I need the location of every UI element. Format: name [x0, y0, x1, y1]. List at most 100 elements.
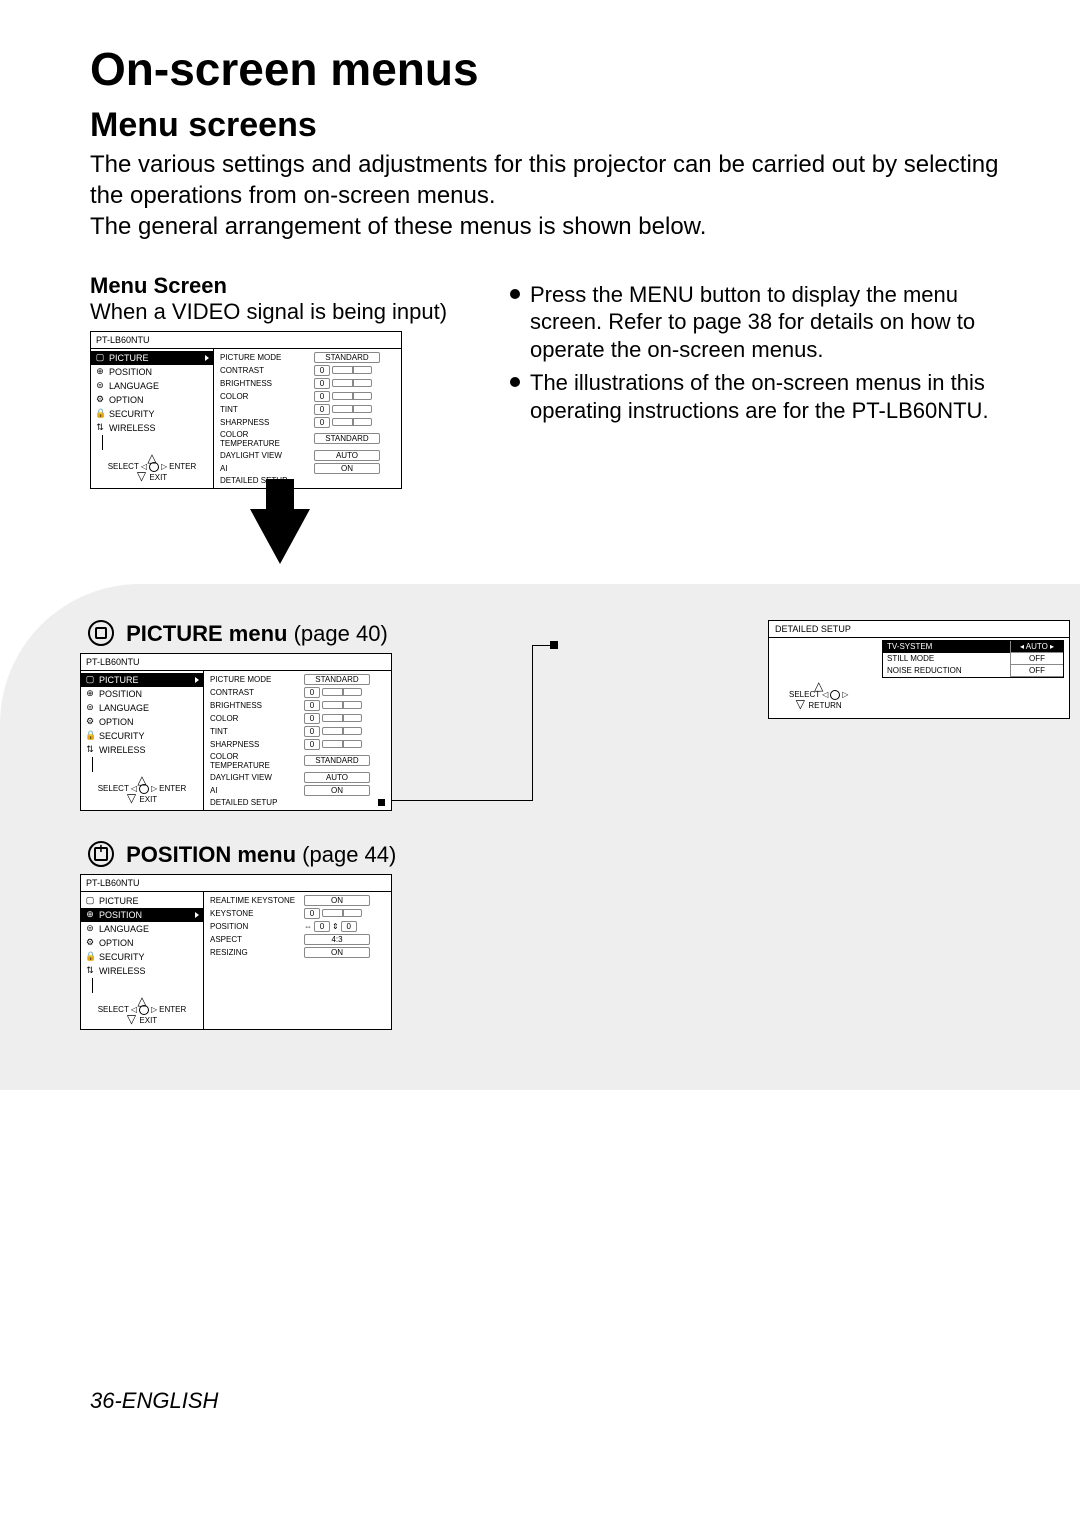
- setting-row: DAYLIGHT VIEWAUTO: [216, 449, 399, 462]
- setting-label: DETAILED SETUP: [220, 476, 310, 485]
- exit-label: EXIT: [149, 473, 167, 482]
- nav-divider: [102, 435, 213, 450]
- setting-label: DETAILED SETUP: [210, 798, 300, 807]
- setting-row: KEYSTONE0: [206, 907, 389, 920]
- setting-row: SHARPNESS 0: [216, 416, 399, 429]
- slider: 0: [314, 365, 372, 376]
- nav-wireless: ⇅WIRELESS: [81, 964, 203, 978]
- nav-language: ⊜LANGUAGE: [81, 922, 203, 936]
- osd-diagram-main: PT-LB60NTU ▢PICTURE ⊕POSITION ⊜LANGUAGE …: [90, 331, 402, 489]
- nav-position: ⊕POSITION: [81, 687, 203, 701]
- setting-label: REALTIME KEYSTONE: [210, 896, 300, 905]
- setting-label: COLOR: [210, 714, 300, 723]
- setting-row: RESIZINGON: [206, 946, 389, 959]
- osd-model: PT-LB60NTU: [81, 875, 391, 891]
- setting-label: POSITION: [210, 922, 300, 931]
- nav-wireless: ⇅WIRELESS: [91, 421, 213, 435]
- nav-option: ⚙OPTION: [81, 936, 203, 950]
- link-dot-icon: [378, 799, 385, 806]
- osd-diagram-picture: PT-LB60NTU ▢PICTURE ⊕POSITION ⊜LANGUAGE …: [80, 653, 392, 811]
- setting-value: ON: [304, 947, 370, 958]
- osd-content-picture: PICTURE MODESTANDARDCONTRAST0BRIGHTNESS0…: [214, 349, 401, 488]
- setting-row: COLOR 0: [216, 390, 399, 403]
- setting-value: AUTO: [304, 772, 370, 783]
- intro-line-2: The general arrangement of these menus i…: [90, 213, 706, 240]
- detailed-setup-box: DETAILED SETUP TV-SYSTEM◂ AUTO ▸STILL MO…: [768, 620, 1070, 719]
- setting-row: TINT0: [206, 725, 389, 738]
- setting-label: TINT: [210, 727, 300, 736]
- picture-menu-title: PICTURE menu (page 40): [88, 620, 728, 647]
- position-menu-title: POSITION menu (page 44): [88, 841, 1070, 868]
- setting-label: COLOR TEMPERATURE: [210, 752, 300, 770]
- nav-picture: ▢PICTURE: [91, 351, 213, 365]
- bullet-1: Press the MENU button to display the men…: [510, 281, 1000, 364]
- section-subtitle: Menu screens: [90, 106, 1000, 145]
- setting-label: DAYLIGHT VIEW: [210, 773, 300, 782]
- setting-label: SHARPNESS: [210, 740, 300, 749]
- nav-security: 🔒SECURITY: [81, 729, 203, 743]
- setting-label: AI: [220, 464, 310, 473]
- nav-option: ⚙OPTION: [91, 393, 213, 407]
- bullet-list: Press the MENU button to display the men…: [510, 281, 1000, 425]
- slider: 0: [304, 700, 362, 711]
- setting-row: REALTIME KEYSTONE ON: [206, 894, 389, 907]
- setting-label: BRIGHTNESS: [210, 701, 300, 710]
- setting-row: BRIGHTNESS0: [216, 377, 399, 390]
- connector-end-icon: [550, 641, 558, 649]
- setting-label: PICTURE MODE: [210, 675, 300, 684]
- detailed-row: NOISE REDUCTIONOFF: [883, 665, 1063, 677]
- setting-value: STANDARD: [304, 674, 370, 685]
- detailed-row: TV-SYSTEM◂ AUTO ▸: [883, 641, 1063, 653]
- slider: 0: [314, 391, 372, 402]
- detailed-heading: DETAILED SETUP: [769, 621, 1069, 637]
- setting-label: DAYLIGHT VIEW: [220, 451, 310, 460]
- slider: 0: [314, 404, 372, 415]
- setting-row: AI ON: [216, 462, 399, 475]
- nav-position: ⊕POSITION: [81, 908, 203, 922]
- osd-model: PT-LB60NTU: [91, 332, 401, 348]
- setting-label: CONTRAST: [210, 688, 300, 697]
- setting-row: DETAILED SETUP: [216, 475, 399, 486]
- menu-screen-heading: Menu Screen: [90, 273, 470, 299]
- setting-label: COLOR TEMPERATURE: [220, 430, 310, 448]
- picture-circle-icon: [88, 620, 114, 646]
- setting-row: CONTRAST0: [216, 364, 399, 377]
- setting-row: PICTURE MODESTANDARD: [216, 351, 399, 364]
- setting-row: TINT0: [216, 403, 399, 416]
- setting-value: ON: [304, 785, 370, 796]
- setting-label: SHARPNESS: [220, 418, 310, 427]
- setting-label: KEYSTONE: [210, 909, 300, 918]
- setting-value: 4:3: [304, 934, 370, 945]
- setting-row: SHARPNESS 0: [206, 738, 389, 751]
- setting-label: COLOR: [220, 392, 310, 401]
- setting-value: ON: [304, 895, 370, 906]
- security-icon: 🔒: [95, 408, 105, 419]
- enter-label: ENTER: [169, 462, 196, 471]
- nav-language: ⊜LANGUAGE: [81, 701, 203, 715]
- nav-security: 🔒SECURITY: [91, 407, 213, 421]
- select-block: △ SELECT ◁▷ ENTER ▽ EXIT: [91, 450, 213, 484]
- slider: 0: [314, 417, 372, 428]
- setting-row: AI ON: [206, 784, 389, 797]
- nav-picture: ▢PICTURE: [81, 894, 203, 908]
- setting-row: BRIGHTNESS 0: [206, 699, 389, 712]
- language-icon: ⊜: [95, 380, 105, 391]
- slider: 0: [314, 378, 372, 389]
- slider: 0: [304, 739, 362, 750]
- picture-icon: ▢: [95, 352, 105, 363]
- position-icon: ⊕: [95, 366, 105, 377]
- menu-screen-note: When a VIDEO signal is being input): [90, 299, 470, 325]
- nav-wireless: ⇅WIRELESS: [81, 743, 203, 757]
- setting-row: COLOR TEMPERATURESTANDARD: [216, 429, 399, 449]
- setting-value: ON: [314, 463, 380, 474]
- setting-label: PICTURE MODE: [220, 353, 310, 362]
- option-icon: ⚙: [95, 394, 105, 405]
- select-label: SELECT: [108, 462, 139, 471]
- page-title: On-screen menus: [90, 42, 1000, 96]
- setting-row: DAYLIGHT VIEW AUTO: [206, 771, 389, 784]
- nav-option: ⚙OPTION: [81, 715, 203, 729]
- setting-value: STANDARD: [304, 755, 370, 766]
- setting-label: ASPECT: [210, 935, 300, 944]
- setting-label: AI: [210, 786, 300, 795]
- slider: 0: [304, 713, 362, 724]
